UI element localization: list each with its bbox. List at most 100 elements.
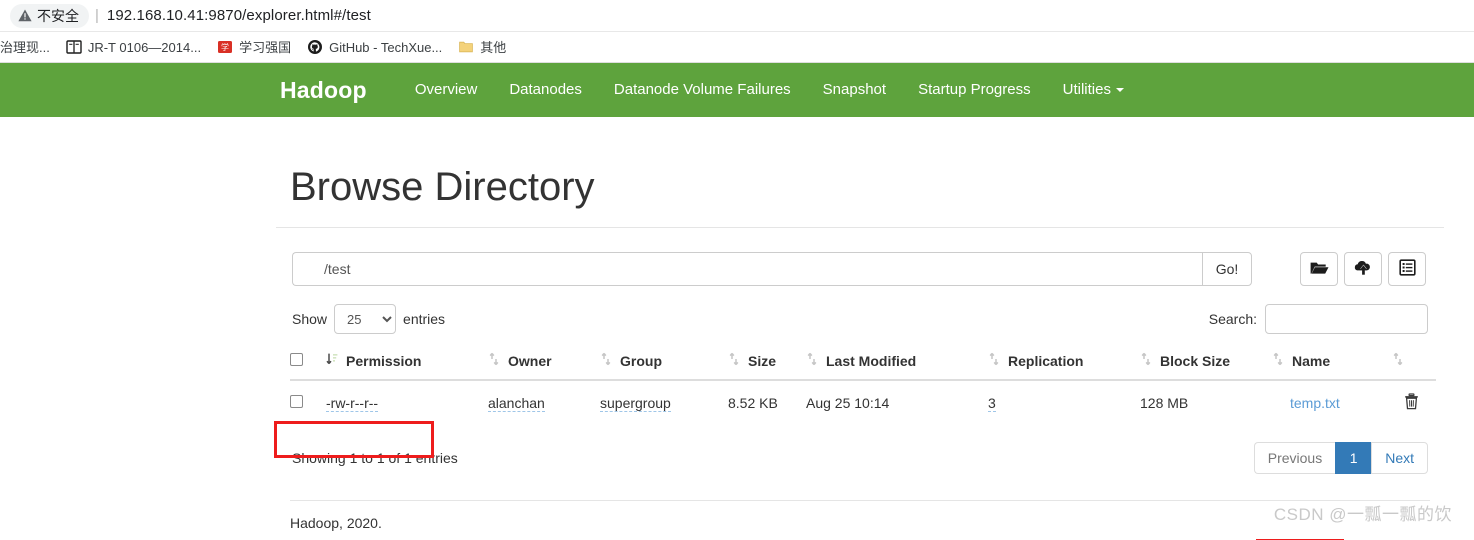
table-controls: Show 25 entries Search:	[290, 304, 1430, 334]
svg-text:学: 学	[221, 42, 229, 52]
browser-chrome: 不安全 | 192.168.10.41:9870/explorer.html#/…	[0, 0, 1474, 63]
th-group-label: Group	[620, 352, 662, 369]
search-control: Search:	[1209, 304, 1428, 334]
th-replication[interactable]: Replication	[988, 344, 1140, 381]
book-icon	[66, 39, 82, 55]
file-name-link[interactable]: temp.txt	[1290, 395, 1340, 411]
bookmark-label: GitHub - TechXue...	[329, 39, 443, 55]
bookmark-label: 学习强国	[239, 39, 292, 55]
owner-value[interactable]: alanchan	[488, 395, 545, 412]
search-label: Search:	[1208, 311, 1257, 327]
page-footer: Hadoop, 2020.	[290, 515, 382, 531]
select-all-checkbox[interactable]	[290, 352, 303, 366]
sort-both-icon	[600, 352, 612, 369]
nav-link-startup-progress[interactable]: Startup Progress	[902, 63, 1047, 117]
th-name-label: Name	[1292, 352, 1331, 369]
permission-value[interactable]: -rw-r--r--	[326, 395, 379, 412]
sort-both-icon	[488, 352, 500, 369]
th-size-label: Size	[748, 352, 777, 369]
cell-block-size: 128 MB	[1140, 395, 1189, 411]
cell-replication: 3	[988, 380, 1140, 426]
bookmark-item-0[interactable]: 治理现...	[0, 38, 58, 57]
bookmark-item-4[interactable]: 其他	[450, 36, 514, 58]
th-name[interactable]: Name	[1272, 344, 1392, 381]
page-container: Browse Directory Go!	[0, 165, 1474, 540]
url-separator: |	[95, 7, 99, 24]
cell-owner: alanchan	[488, 380, 600, 426]
cell-size: 8.52 KB	[728, 395, 778, 411]
pagination-page-1[interactable]: 1	[1335, 442, 1372, 474]
bookmark-item-2[interactable]: 学 学习强国	[209, 36, 299, 58]
url-text[interactable]: 192.168.10.41:9870/explorer.html#/test	[107, 7, 371, 24]
th-select-all[interactable]	[290, 344, 326, 381]
path-toolbar: Go!	[290, 252, 1430, 286]
nav-link-snapshot[interactable]: Snapshot	[807, 63, 902, 117]
chevron-down-icon	[1115, 88, 1124, 93]
th-last-modified-label: Last Modified	[826, 352, 917, 369]
path-input[interactable]	[314, 252, 1202, 286]
security-label: 不安全	[37, 7, 79, 24]
sort-both-icon	[728, 352, 740, 369]
upload-files-button[interactable]	[1344, 252, 1382, 286]
table-row[interactable]: -rw-r--r-- alanchan supergroup 8.52 KB A…	[290, 380, 1436, 426]
th-block-size[interactable]: Block Size	[1140, 344, 1272, 381]
sort-both-icon	[1140, 352, 1152, 369]
th-owner[interactable]: Owner	[488, 344, 600, 381]
trash-icon[interactable]	[1404, 393, 1419, 413]
th-size[interactable]: Size	[728, 344, 806, 381]
entries-label: entries	[403, 311, 446, 327]
pagination-previous[interactable]: Previous	[1253, 442, 1336, 474]
xuexi-app-icon: 学	[217, 39, 233, 55]
nav-link-overview[interactable]: Overview	[399, 63, 494, 117]
pagination: Previous 1 Next	[1253, 442, 1428, 474]
warning-triangle-icon	[18, 9, 32, 22]
cut-paste-button[interactable]	[1388, 252, 1426, 286]
row-checkbox[interactable]	[290, 395, 303, 408]
row-select-cell[interactable]	[290, 380, 326, 426]
go-button[interactable]: Go!	[1202, 252, 1252, 286]
navbar-brand[interactable]: Hadoop	[280, 77, 385, 104]
site-security-chip[interactable]: 不安全	[10, 3, 89, 28]
search-input[interactable]	[1265, 304, 1428, 334]
th-last-modified[interactable]: Last Modified	[806, 344, 988, 381]
upload-arrow-icon	[1354, 260, 1373, 279]
title-divider	[276, 227, 1444, 228]
path-input-addon	[292, 252, 314, 286]
th-permission[interactable]: Permission	[326, 344, 488, 381]
open-folder-icon	[1310, 260, 1329, 279]
th-replication-label: Replication	[1008, 352, 1084, 369]
th-permission-label: Permission	[346, 352, 422, 369]
show-label: Show	[292, 311, 328, 327]
cell-last-modified: Aug 25 10:14	[806, 395, 890, 411]
bookmark-label: 其他	[480, 39, 507, 55]
page-length-select[interactable]: 25	[334, 304, 397, 334]
th-group[interactable]: Group	[600, 344, 728, 381]
browser-url-bar[interactable]: 不安全 | 192.168.10.41:9870/explorer.html#/…	[0, 0, 1474, 32]
cell-group: supergroup	[600, 380, 728, 426]
csdn-watermark: CSDN @一瓢一瓢的饮	[1273, 505, 1452, 524]
create-directory-button[interactable]	[1300, 252, 1338, 286]
page-title: Browse Directory	[290, 165, 595, 209]
replication-value[interactable]: 3	[988, 395, 996, 412]
bookmark-item-3[interactable]: GitHub - TechXue...	[299, 36, 450, 58]
bookmarks-bar: 治理现... JR-T 0106—2014... 学 学习强国 GitHub -…	[0, 32, 1474, 63]
th-actions	[1392, 344, 1436, 381]
pagination-next[interactable]: Next	[1371, 442, 1428, 474]
cell-delete	[1392, 380, 1436, 426]
bookmark-item-1[interactable]: JR-T 0106—2014...	[58, 36, 209, 58]
table-footer: Showing 1 to 1 of 1 entries Previous 1 N…	[290, 442, 1430, 474]
nav-link-utilities[interactable]: Utilities	[1047, 63, 1140, 117]
cell-permission: -rw-r--r--	[326, 380, 488, 426]
list-clipboard-icon	[1398, 259, 1416, 279]
nav-link-datanode-volume-failures[interactable]: Datanode Volume Failures	[598, 63, 807, 117]
bookmark-label: 治理现...	[0, 39, 50, 55]
th-owner-label: Owner	[508, 352, 552, 369]
sort-ascending-icon	[326, 352, 338, 369]
nav-link-datanodes[interactable]: Datanodes	[493, 63, 598, 117]
file-browser-table: Permission Owner Group Size Last Modifie…	[290, 344, 1436, 426]
table-header-row: Permission Owner Group Size Last Modifie…	[290, 344, 1436, 381]
sort-both-icon	[806, 352, 818, 369]
group-value[interactable]: supergroup	[600, 395, 671, 412]
hadoop-navbar: Hadoop Overview Datanodes Datanode Volum…	[0, 63, 1474, 117]
path-input-group: Go!	[292, 252, 1252, 286]
